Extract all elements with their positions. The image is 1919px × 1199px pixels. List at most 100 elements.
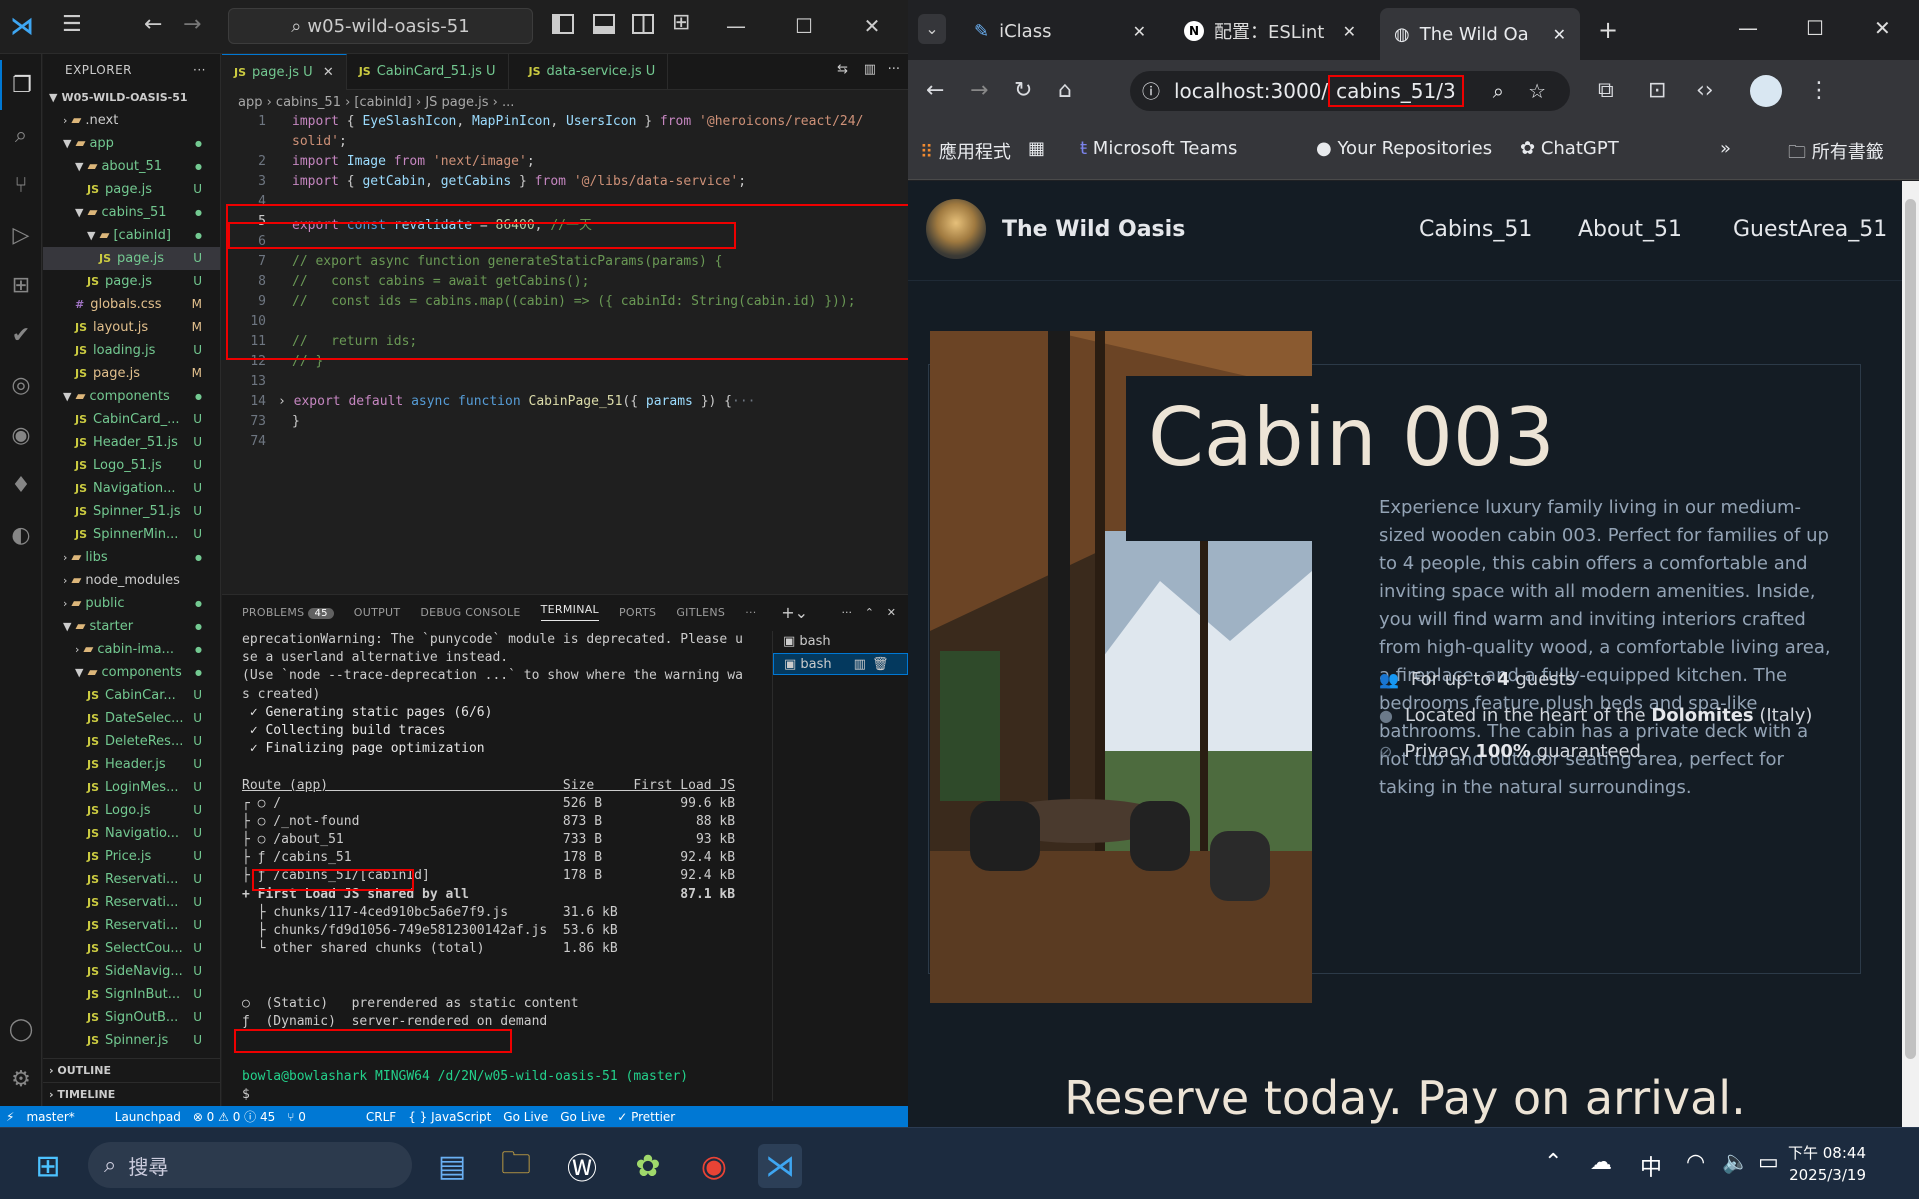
devtools-icon[interactable]: ‹› <box>1696 78 1714 103</box>
page-scrollbar[interactable] <box>1902 181 1919 1127</box>
tree-item[interactable]: › ▰ .next <box>43 109 220 132</box>
chevron-icon[interactable]: › <box>63 114 67 127</box>
terminal-output[interactable]: eprecationWarning: The `punycode` module… <box>242 631 782 1104</box>
tree-item[interactable]: ▼ ▰ components ● <box>43 661 220 684</box>
close-tab-icon[interactable]: ✕ <box>1133 22 1146 41</box>
maximize-button[interactable]: ☐ <box>784 10 824 42</box>
tab-search-icon[interactable]: ⌄ <box>918 14 946 44</box>
nav-about[interactable]: About_51 <box>1578 217 1682 242</box>
home-icon[interactable]: ⌂ <box>1058 78 1072 103</box>
paint-icon[interactable]: ✿ <box>626 1144 670 1188</box>
toggle-sidebar-icon[interactable] <box>552 14 574 34</box>
chrome-maximize-button[interactable]: ☐ <box>1806 16 1824 40</box>
testing-icon[interactable]: ✔ <box>0 310 42 360</box>
tree-item[interactable]: JS SignOutB... U <box>43 1006 220 1029</box>
app-icon[interactable]: Ⓦ <box>560 1144 604 1188</box>
language-status[interactable]: { } JavaScript <box>408 1110 491 1124</box>
vscode-taskbar-icon[interactable]: ⋊ <box>758 1144 802 1188</box>
tree-item[interactable]: JS Spinner_51.js U <box>43 500 220 523</box>
menu-icon[interactable]: ☰ <box>62 12 82 37</box>
chevron-icon[interactable]: ▼ <box>63 137 71 150</box>
tab-cabincard[interactable]: JS CabinCard_51.js U <box>347 54 509 90</box>
problems-status[interactable]: ⊗ 0 ⚠ 0 ⓘ 45 <box>193 1108 275 1125</box>
chevron-icon[interactable]: ▼ <box>63 620 71 633</box>
tree-item[interactable]: › ▰ public ● <box>43 592 220 615</box>
tree-item[interactable]: JS page.js U <box>43 270 220 293</box>
project-root[interactable]: ▼ W05-WILD-OASIS-51 <box>43 86 220 109</box>
tree-item[interactable]: JS CabinCard_... U <box>43 408 220 431</box>
screenshot-icon[interactable]: ⊡ <box>1648 78 1666 103</box>
tree-item[interactable]: ▼ ▰ cabins_51 ● <box>43 201 220 224</box>
gitlens-icon[interactable]: ◎ <box>0 360 42 410</box>
terminal-instance-active[interactable]: ▣ bash ▥ 🗑 <box>773 653 908 675</box>
chrome-minimize-button[interactable]: — <box>1738 16 1758 40</box>
onedrive-icon[interactable]: ☁ <box>1590 1150 1612 1175</box>
back-arrow-icon[interactable]: ← <box>144 12 162 37</box>
taskbar-clock[interactable]: 下午 08:44 2025/3/19 <box>1788 1142 1866 1186</box>
tree-item[interactable]: JS SignInBut... U <box>43 983 220 1006</box>
maximize-panel-icon[interactable]: ⌃ <box>865 606 874 619</box>
tree-item[interactable]: JS page.js U <box>43 178 220 201</box>
tree-item[interactable]: JS Logo_51.js U <box>43 454 220 477</box>
chrome-icon[interactable]: ◉ <box>692 1144 736 1188</box>
tree-item[interactable]: JS Spinner.js U <box>43 1029 220 1052</box>
forward-arrow-icon[interactable]: → <box>183 12 201 37</box>
forward-icon[interactable]: → <box>970 78 988 103</box>
chevron-icon[interactable]: ▼ <box>75 666 83 679</box>
run-debug-icon[interactable]: ▷ <box>0 210 42 260</box>
tab-page-js[interactable]: JS page.js U ✕ <box>222 54 347 90</box>
editor-more-icon[interactable]: ··· <box>888 62 900 77</box>
extensions-icon[interactable]: ⊞ <box>0 260 42 310</box>
tab-gitlens[interactable]: GITLENS <box>676 606 725 619</box>
tree-item[interactable]: ▼ ▰ about_51 ● <box>43 155 220 178</box>
command-center-search[interactable]: ⌕ w05-wild-oasis-51 <box>228 8 533 44</box>
nav-cabins[interactable]: Cabins_51 <box>1419 217 1532 242</box>
tree-item[interactable]: JS Logo.js U <box>43 799 220 822</box>
more-bookmarks-icon[interactable]: » <box>1720 138 1731 159</box>
ports-status[interactable]: ⑂ 0 <box>287 1110 306 1124</box>
tab-problems[interactable]: PROBLEMS 45 <box>242 606 334 619</box>
profile-avatar[interactable] <box>1750 75 1782 107</box>
panel-more-icon[interactable]: ··· <box>745 606 756 619</box>
new-tab-icon[interactable]: + <box>1598 16 1618 44</box>
tree-item[interactable]: JS CabinCar... U <box>43 684 220 707</box>
chrome-menu-icon[interactable]: ⋮ <box>1808 78 1830 103</box>
tree-item[interactable]: JS Reservati... U <box>43 914 220 937</box>
tree-item[interactable]: JS Header_51.js U <box>43 431 220 454</box>
volume-icon[interactable]: 🔈 <box>1722 1150 1749 1175</box>
tab-data-service[interactable]: JS data-service.js U <box>509 54 669 90</box>
tree-item[interactable]: › ▰ node_modules <box>43 569 220 592</box>
site-brand[interactable]: The Wild Oasis <box>1002 217 1185 242</box>
close-tab-icon[interactable]: ✕ <box>323 65 334 80</box>
timeline-header[interactable]: › TIMELINE <box>43 1082 220 1106</box>
tab-output[interactable]: OUTPUT <box>354 606 401 619</box>
tree-item[interactable]: ▼ ▰ starter ● <box>43 615 220 638</box>
tree-item[interactable]: ▼ ▰ app ● <box>43 132 220 155</box>
zoom-icon[interactable]: ⌕ <box>1493 79 1504 103</box>
tree-item[interactable]: JS Header.js U <box>43 753 220 776</box>
close-tab-icon[interactable]: ✕ <box>1553 25 1566 44</box>
tray-overflow-icon[interactable]: ⌃ <box>1544 1150 1562 1175</box>
tree-item[interactable]: JS LoginMes... U <box>43 776 220 799</box>
chevron-icon[interactable]: › <box>75 643 79 656</box>
remote-indicator-icon[interactable]: ⚡ <box>6 1110 14 1124</box>
bookmark-chatgpt[interactable]: ✿ ChatGPT <box>1520 138 1619 159</box>
chrome-tab-iclass[interactable]: ✎ iClass ✕ <box>960 12 1160 50</box>
tree-item[interactable]: JS page.js M <box>43 362 220 385</box>
compare-icon[interactable]: ⇆ <box>837 62 848 77</box>
git-branch[interactable]: master* <box>26 1110 74 1124</box>
tree-item[interactable]: JS DateSelec... U <box>43 707 220 730</box>
close-button[interactable]: ✕ <box>852 10 892 42</box>
chevron-icon[interactable]: ▼ <box>87 229 95 242</box>
prettier-status[interactable]: ✓ Prettier <box>617 1110 675 1124</box>
launchpad[interactable]: Launchpad <box>115 1110 181 1124</box>
all-bookmarks[interactable]: 🗀 所有書籤 <box>1788 138 1884 170</box>
tree-item[interactable]: JS SideNavig... U <box>43 960 220 983</box>
split-terminal-icon[interactable]: ▥ <box>854 657 866 672</box>
tree-item[interactable]: JS loading.js U <box>43 339 220 362</box>
bookmark-apps[interactable]: ⠿ 應用程式 <box>920 138 1011 164</box>
chevron-icon[interactable]: ▼ <box>75 160 83 173</box>
tab-ports[interactable]: PORTS <box>619 606 656 619</box>
settings-gear-icon[interactable]: ⚙ <box>0 1054 42 1104</box>
extensions-icon[interactable]: ⧉ <box>1598 78 1614 103</box>
